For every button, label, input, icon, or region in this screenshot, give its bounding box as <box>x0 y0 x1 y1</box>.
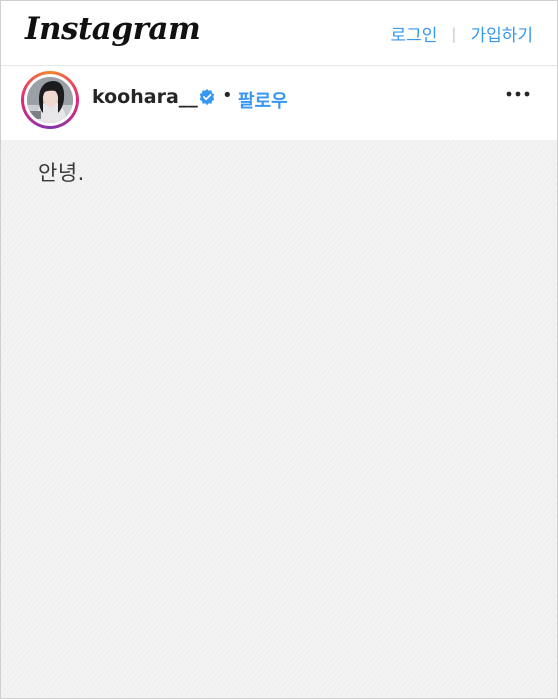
avatar-border <box>24 74 76 126</box>
instagram-post-page: Instagram 로그인 | 가입하기 koohara__ • 팔로우 안녕. <box>0 0 558 699</box>
signup-link[interactable]: 가입하기 <box>470 21 533 46</box>
avatar-image <box>27 77 73 123</box>
auth-links: 로그인 | 가입하기 <box>390 21 533 47</box>
avatar[interactable] <box>27 77 73 123</box>
follow-button[interactable]: 팔로우 <box>238 87 288 113</box>
separator-dot: • <box>222 85 233 106</box>
post-header: koohara__ • 팔로우 <box>1 66 557 136</box>
verified-badge-icon <box>199 88 215 106</box>
more-options-icon[interactable] <box>505 84 531 104</box>
post-image[interactable]: 안녕. <box>1 140 557 698</box>
top-bar: Instagram 로그인 | 가입하기 <box>1 1 557 66</box>
post-text: 안녕. <box>38 161 85 185</box>
story-ring[interactable] <box>21 71 79 129</box>
login-link[interactable]: 로그인 <box>390 21 437 46</box>
auth-separator: | <box>451 24 457 43</box>
instagram-logo[interactable]: Instagram <box>25 11 201 47</box>
username-link[interactable]: koohara__ <box>92 86 198 108</box>
